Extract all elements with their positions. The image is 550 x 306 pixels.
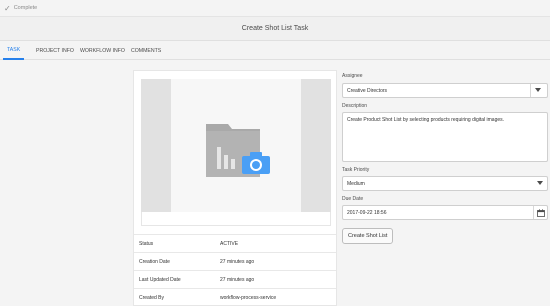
detail-key: Status	[139, 240, 154, 247]
assignee-label: Assignee	[342, 73, 363, 79]
title-bar: Create Shot List Task	[0, 17, 550, 41]
complete-button[interactable]: Complete	[14, 5, 38, 11]
image-placeholder-icon	[206, 124, 260, 177]
thumbnail-frame	[141, 79, 331, 212]
asset-card: Status ACTIVE Creation Date 27 minutes a…	[133, 70, 337, 306]
action-bar: ✓ Complete	[0, 0, 550, 17]
chevron-down-icon[interactable]	[537, 181, 543, 185]
assignee-select[interactable]: Creative Directors	[342, 83, 548, 98]
tab-comments[interactable]: COMMENTS	[131, 41, 161, 60]
page-title: Create Shot List Task	[241, 25, 309, 32]
detail-row-creation-date: Creation Date 27 minutes ago	[134, 252, 336, 270]
priority-value: Medium	[347, 180, 365, 187]
detail-key: Creation Date	[139, 258, 170, 265]
calendar-icon	[536, 208, 545, 217]
detail-value: 27 minutes ago	[220, 258, 255, 265]
detail-key: Last Updated Date	[139, 276, 181, 283]
calendar-button[interactable]	[533, 206, 547, 219]
thumbnail-placeholder	[171, 79, 301, 212]
due-date-label: Due Date	[342, 196, 364, 202]
detail-value: ACTIVE	[220, 240, 239, 247]
chevron-down-icon[interactable]	[535, 88, 541, 92]
thumbnail-caption	[141, 212, 331, 226]
check-icon[interactable]: ✓	[4, 4, 11, 13]
create-shot-list-button[interactable]: Create Shot List	[342, 228, 394, 244]
priority-label: Task Priority	[342, 167, 370, 173]
detail-row-created-by: Created By workflow-process-service	[134, 288, 336, 306]
due-date-field[interactable]: 2017-09-22 18:56	[342, 205, 548, 220]
detail-value: 27 minutes ago	[220, 276, 255, 283]
select-divider	[530, 84, 531, 97]
priority-select[interactable]: Medium	[342, 176, 548, 191]
description-field[interactable]: Create Product Shot List by selecting pr…	[342, 112, 548, 162]
tab-bar: TASK PROJECT INFO WORKFLOW INFO COMMENTS	[0, 41, 550, 60]
camera-icon	[242, 152, 270, 174]
assignee-value: Creative Directors	[347, 87, 388, 94]
tab-project-info[interactable]: PROJECT INFO	[36, 41, 74, 60]
detail-row-status: Status ACTIVE	[134, 234, 336, 252]
description-label: Description	[342, 103, 368, 109]
detail-row-last-updated: Last Updated Date 27 minutes ago	[134, 270, 336, 288]
detail-value: workflow-process-service	[220, 294, 277, 301]
detail-key: Created By	[139, 294, 165, 301]
due-date-value: 2017-09-22 18:56	[347, 209, 387, 216]
task-form: Assignee Creative Directors Description …	[342, 70, 548, 244]
tab-task[interactable]: TASK	[3, 41, 25, 60]
task-details-list: Status ACTIVE Creation Date 27 minutes a…	[134, 234, 336, 306]
tab-workflow-info[interactable]: WORKFLOW INFO	[80, 41, 125, 60]
